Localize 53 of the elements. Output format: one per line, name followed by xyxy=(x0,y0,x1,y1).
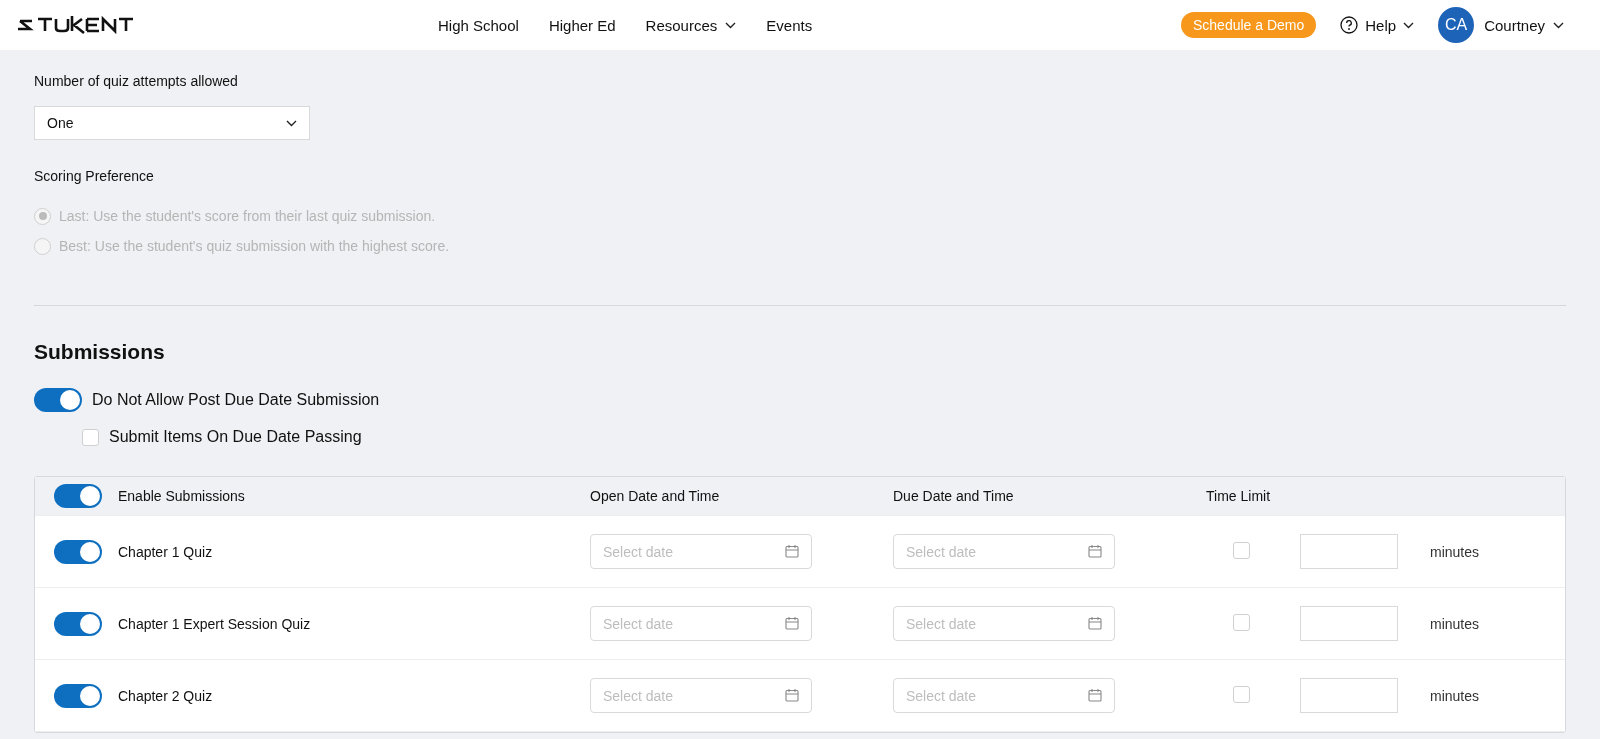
date-field[interactable]: Select date xyxy=(893,606,1115,641)
attempts-dropdown[interactable]: One xyxy=(34,106,310,140)
unit-label: minutes xyxy=(1430,615,1481,632)
checkbox[interactable] xyxy=(82,428,99,446)
radio-label: Last: Use the student's score from their last quiz submission. xyxy=(59,208,436,224)
toggle-label: Do Not Allow Post Due Date Submission xyxy=(92,391,380,409)
checkbox[interactable] xyxy=(1233,613,1250,631)
toggle-switch[interactable] xyxy=(54,683,102,708)
quiz-name: Chapter 1 Quiz xyxy=(118,543,214,560)
chevron-down-icon xyxy=(286,119,297,127)
column-header: Enable Submissions xyxy=(118,488,246,504)
calendar-icon xyxy=(1088,544,1102,558)
quiz-name: Chapter 1 Expert Session Quiz xyxy=(118,615,312,632)
nav-link[interactable]: Resources xyxy=(645,16,737,34)
date-field[interactable]: Select date xyxy=(590,534,812,569)
user-avatar[interactable]: CA xyxy=(1438,7,1475,43)
calendar-icon xyxy=(785,544,799,558)
unit-label: minutes xyxy=(1430,687,1481,704)
toggle-switch[interactable] xyxy=(54,611,102,636)
column-header: Open Date and Time xyxy=(590,488,721,504)
minutes-field[interactable] xyxy=(1300,534,1398,569)
unit-label: minutes xyxy=(1430,543,1481,560)
chevron-down-icon xyxy=(1403,21,1415,29)
calendar-icon xyxy=(1088,688,1102,702)
quiz-name: Chapter 2 Quiz xyxy=(118,687,214,704)
date-field[interactable]: Select date xyxy=(590,606,812,641)
nav-link[interactable]: High School xyxy=(438,16,519,34)
checkbox[interactable] xyxy=(1233,685,1250,703)
radio-label: Best: Use the student's quiz submission with the highest score. xyxy=(59,238,450,254)
checkbox-label: Submit Items On Due Date Passing xyxy=(109,428,362,446)
user-menu[interactable]: Courtney xyxy=(1484,16,1564,34)
help-menu[interactable]: Help xyxy=(1340,16,1415,34)
nav-link[interactable]: Events xyxy=(766,16,813,34)
checkbox[interactable] xyxy=(1233,541,1250,559)
date-field[interactable]: Select date xyxy=(893,678,1115,713)
calendar-icon xyxy=(785,688,799,702)
minutes-field[interactable] xyxy=(1300,678,1398,713)
calendar-icon xyxy=(785,616,799,630)
date-field[interactable]: Select date xyxy=(590,678,812,713)
help-icon xyxy=(1340,16,1359,34)
column-header: Due Date and Time xyxy=(893,488,1015,504)
section-title: Submissions xyxy=(34,340,166,364)
nav-link[interactable]: Higher Ed xyxy=(548,16,616,34)
date-field[interactable]: Select date xyxy=(893,534,1115,569)
toggle-switch[interactable] xyxy=(34,388,82,412)
toggle-switch[interactable] xyxy=(54,539,102,564)
column-header: Time Limit xyxy=(1206,488,1272,504)
minutes-field[interactable] xyxy=(1300,606,1398,641)
chevron-down-icon xyxy=(1553,21,1564,29)
calendar-icon xyxy=(1088,616,1102,630)
toggle-switch[interactable] xyxy=(54,484,102,508)
field-label: Scoring Preference xyxy=(34,168,155,184)
field-label: Number of quiz attempts allowed xyxy=(34,73,239,89)
